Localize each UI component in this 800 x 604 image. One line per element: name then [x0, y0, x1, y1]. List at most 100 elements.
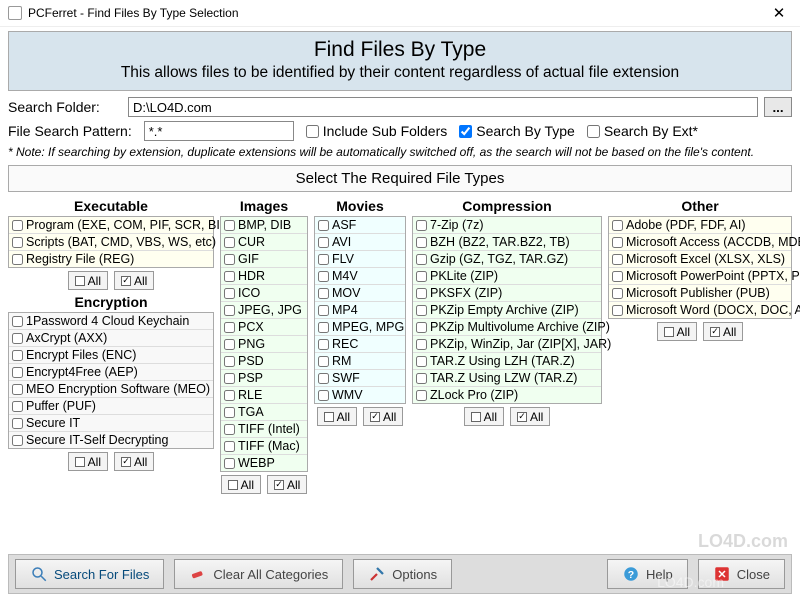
- search-folder-input[interactable]: [128, 97, 758, 117]
- list-item[interactable]: ZLock Pro (ZIP): [413, 387, 601, 403]
- list-item[interactable]: RM: [315, 353, 405, 370]
- include-subfolders-box[interactable]: [306, 125, 319, 138]
- list-item[interactable]: TIFF (Intel): [221, 421, 307, 438]
- select-all-button[interactable]: All: [68, 452, 108, 471]
- search-by-ext-checkbox[interactable]: Search By Ext*: [587, 123, 698, 139]
- list-item[interactable]: Registry File (REG): [9, 251, 213, 267]
- category-images-list[interactable]: BMP, DIB CUR GIF HDR ICO JPEG, JPG PCX P…: [220, 216, 308, 472]
- search-by-ext-box[interactable]: [587, 125, 600, 138]
- list-item[interactable]: Microsoft Access (ACCDB, MDB): [609, 234, 791, 251]
- list-item[interactable]: Microsoft Word (DOCX, DOC, ASD): [609, 302, 791, 318]
- list-item[interactable]: PSP: [221, 370, 307, 387]
- svg-text:?: ?: [628, 569, 634, 581]
- list-item[interactable]: 7-Zip (7z): [413, 217, 601, 234]
- list-item[interactable]: M4V: [315, 268, 405, 285]
- list-item[interactable]: Program (EXE, COM, PIF, SCR, BIN): [9, 217, 213, 234]
- browse-button[interactable]: ...: [764, 97, 792, 117]
- deselect-all-button[interactable]: ✓All: [267, 475, 307, 494]
- list-item[interactable]: MP4: [315, 302, 405, 319]
- list-item[interactable]: REC: [315, 336, 405, 353]
- clear-all-button[interactable]: Clear All Categories: [174, 559, 343, 589]
- banner-subheading: This allows files to be identified by th…: [19, 64, 781, 82]
- include-subfolders-checkbox[interactable]: Include Sub Folders: [306, 123, 448, 139]
- deselect-all-button[interactable]: ✓All: [114, 271, 154, 290]
- list-item[interactable]: ASF: [315, 217, 405, 234]
- list-item[interactable]: Encrypt4Free (AEP): [9, 364, 213, 381]
- list-item[interactable]: GIF: [221, 251, 307, 268]
- footer-toolbar: Search For Files Clear All Categories Op…: [8, 554, 792, 594]
- search-by-type-box[interactable]: [459, 125, 472, 138]
- list-item[interactable]: MEO Encryption Software (MEO): [9, 381, 213, 398]
- close-button[interactable]: Close: [698, 559, 785, 589]
- list-item[interactable]: Encrypt Files (ENC): [9, 347, 213, 364]
- checkbox-empty-icon: [664, 327, 674, 337]
- list-item[interactable]: TIFF (Mac): [221, 438, 307, 455]
- options-button[interactable]: Options: [353, 559, 452, 589]
- list-item[interactable]: PCX: [221, 319, 307, 336]
- search-by-type-checkbox[interactable]: Search By Type: [459, 123, 575, 139]
- list-item[interactable]: Secure IT-Self Decrypting: [9, 432, 213, 448]
- deselect-all-button[interactable]: ✓All: [510, 407, 550, 426]
- list-item[interactable]: 1Password 4 Cloud Keychain: [9, 313, 213, 330]
- list-item[interactable]: Secure IT: [9, 415, 213, 432]
- select-all-button[interactable]: All: [317, 407, 357, 426]
- category-compression-list[interactable]: 7-Zip (7z) BZH (BZ2, TAR.BZ2, TB) Gzip (…: [412, 216, 602, 404]
- category-movies-list[interactable]: ASF AVI FLV M4V MOV MP4 MPEG, MPG REC RM…: [314, 216, 406, 404]
- list-item[interactable]: MPEG, MPG: [315, 319, 405, 336]
- select-all-button[interactable]: All: [657, 322, 697, 341]
- select-all-button[interactable]: All: [221, 475, 261, 494]
- window-close-button[interactable]: ✕: [764, 4, 794, 22]
- note-text: * Note: If searching by extension, dupli…: [8, 145, 792, 159]
- checkbox-empty-icon: [75, 276, 85, 286]
- list-item[interactable]: TGA: [221, 404, 307, 421]
- checkbox-checked-icon: ✓: [370, 412, 380, 422]
- list-item[interactable]: RLE: [221, 387, 307, 404]
- deselect-all-button[interactable]: ✓All: [114, 452, 154, 471]
- list-item[interactable]: Microsoft Excel (XLSX, XLS): [609, 251, 791, 268]
- list-item[interactable]: TAR.Z Using LZH (TAR.Z): [413, 353, 601, 370]
- list-item[interactable]: BMP, DIB: [221, 217, 307, 234]
- list-item[interactable]: SWF: [315, 370, 405, 387]
- category-executable-list[interactable]: Program (EXE, COM, PIF, SCR, BIN) Script…: [8, 216, 214, 268]
- select-all-button[interactable]: All: [68, 271, 108, 290]
- search-icon: [30, 565, 48, 583]
- eraser-icon: [189, 565, 207, 583]
- list-item[interactable]: Microsoft Publisher (PUB): [609, 285, 791, 302]
- list-item[interactable]: ICO: [221, 285, 307, 302]
- search-for-files-button[interactable]: Search For Files: [15, 559, 164, 589]
- list-item[interactable]: WEBP: [221, 455, 307, 471]
- list-item[interactable]: PKZip Multivolume Archive (ZIP): [413, 319, 601, 336]
- list-item[interactable]: HDR: [221, 268, 307, 285]
- list-item[interactable]: PKLite (ZIP): [413, 268, 601, 285]
- deselect-all-button[interactable]: ✓All: [703, 322, 743, 341]
- list-item[interactable]: PKZip Empty Archive (ZIP): [413, 302, 601, 319]
- category-executable-title: Executable: [8, 198, 214, 214]
- file-pattern-input[interactable]: [144, 121, 294, 141]
- checkbox-empty-icon: [75, 457, 85, 467]
- list-item[interactable]: Adobe (PDF, FDF, AI): [609, 217, 791, 234]
- list-item[interactable]: PSD: [221, 353, 307, 370]
- help-button[interactable]: ? Help: [607, 559, 688, 589]
- list-item[interactable]: PKSFX (ZIP): [413, 285, 601, 302]
- select-all-button[interactable]: All: [464, 407, 504, 426]
- list-item[interactable]: Microsoft PowerPoint (PPTX, PPT): [609, 268, 791, 285]
- list-item[interactable]: TAR.Z Using LZW (TAR.Z): [413, 370, 601, 387]
- list-item[interactable]: CUR: [221, 234, 307, 251]
- list-item[interactable]: BZH (BZ2, TAR.BZ2, TB): [413, 234, 601, 251]
- checkbox-empty-icon: [228, 480, 238, 490]
- list-item[interactable]: WMV: [315, 387, 405, 403]
- list-item[interactable]: FLV: [315, 251, 405, 268]
- list-item[interactable]: PNG: [221, 336, 307, 353]
- list-item[interactable]: Gzip (GZ, TGZ, TAR.GZ): [413, 251, 601, 268]
- category-encryption-list[interactable]: 1Password 4 Cloud Keychain AxCrypt (AXX)…: [8, 312, 214, 449]
- categories-grid: Executable Program (EXE, COM, PIF, SCR, …: [8, 196, 792, 498]
- deselect-all-button[interactable]: ✓All: [363, 407, 403, 426]
- category-other-list[interactable]: Adobe (PDF, FDF, AI) Microsoft Access (A…: [608, 216, 792, 319]
- list-item[interactable]: AxCrypt (AXX): [9, 330, 213, 347]
- list-item[interactable]: MOV: [315, 285, 405, 302]
- list-item[interactable]: PKZip, WinZip, Jar (ZIP[X], JAR): [413, 336, 601, 353]
- list-item[interactable]: Puffer (PUF): [9, 398, 213, 415]
- list-item[interactable]: AVI: [315, 234, 405, 251]
- list-item[interactable]: Scripts (BAT, CMD, VBS, WS, etc): [9, 234, 213, 251]
- list-item[interactable]: JPEG, JPG: [221, 302, 307, 319]
